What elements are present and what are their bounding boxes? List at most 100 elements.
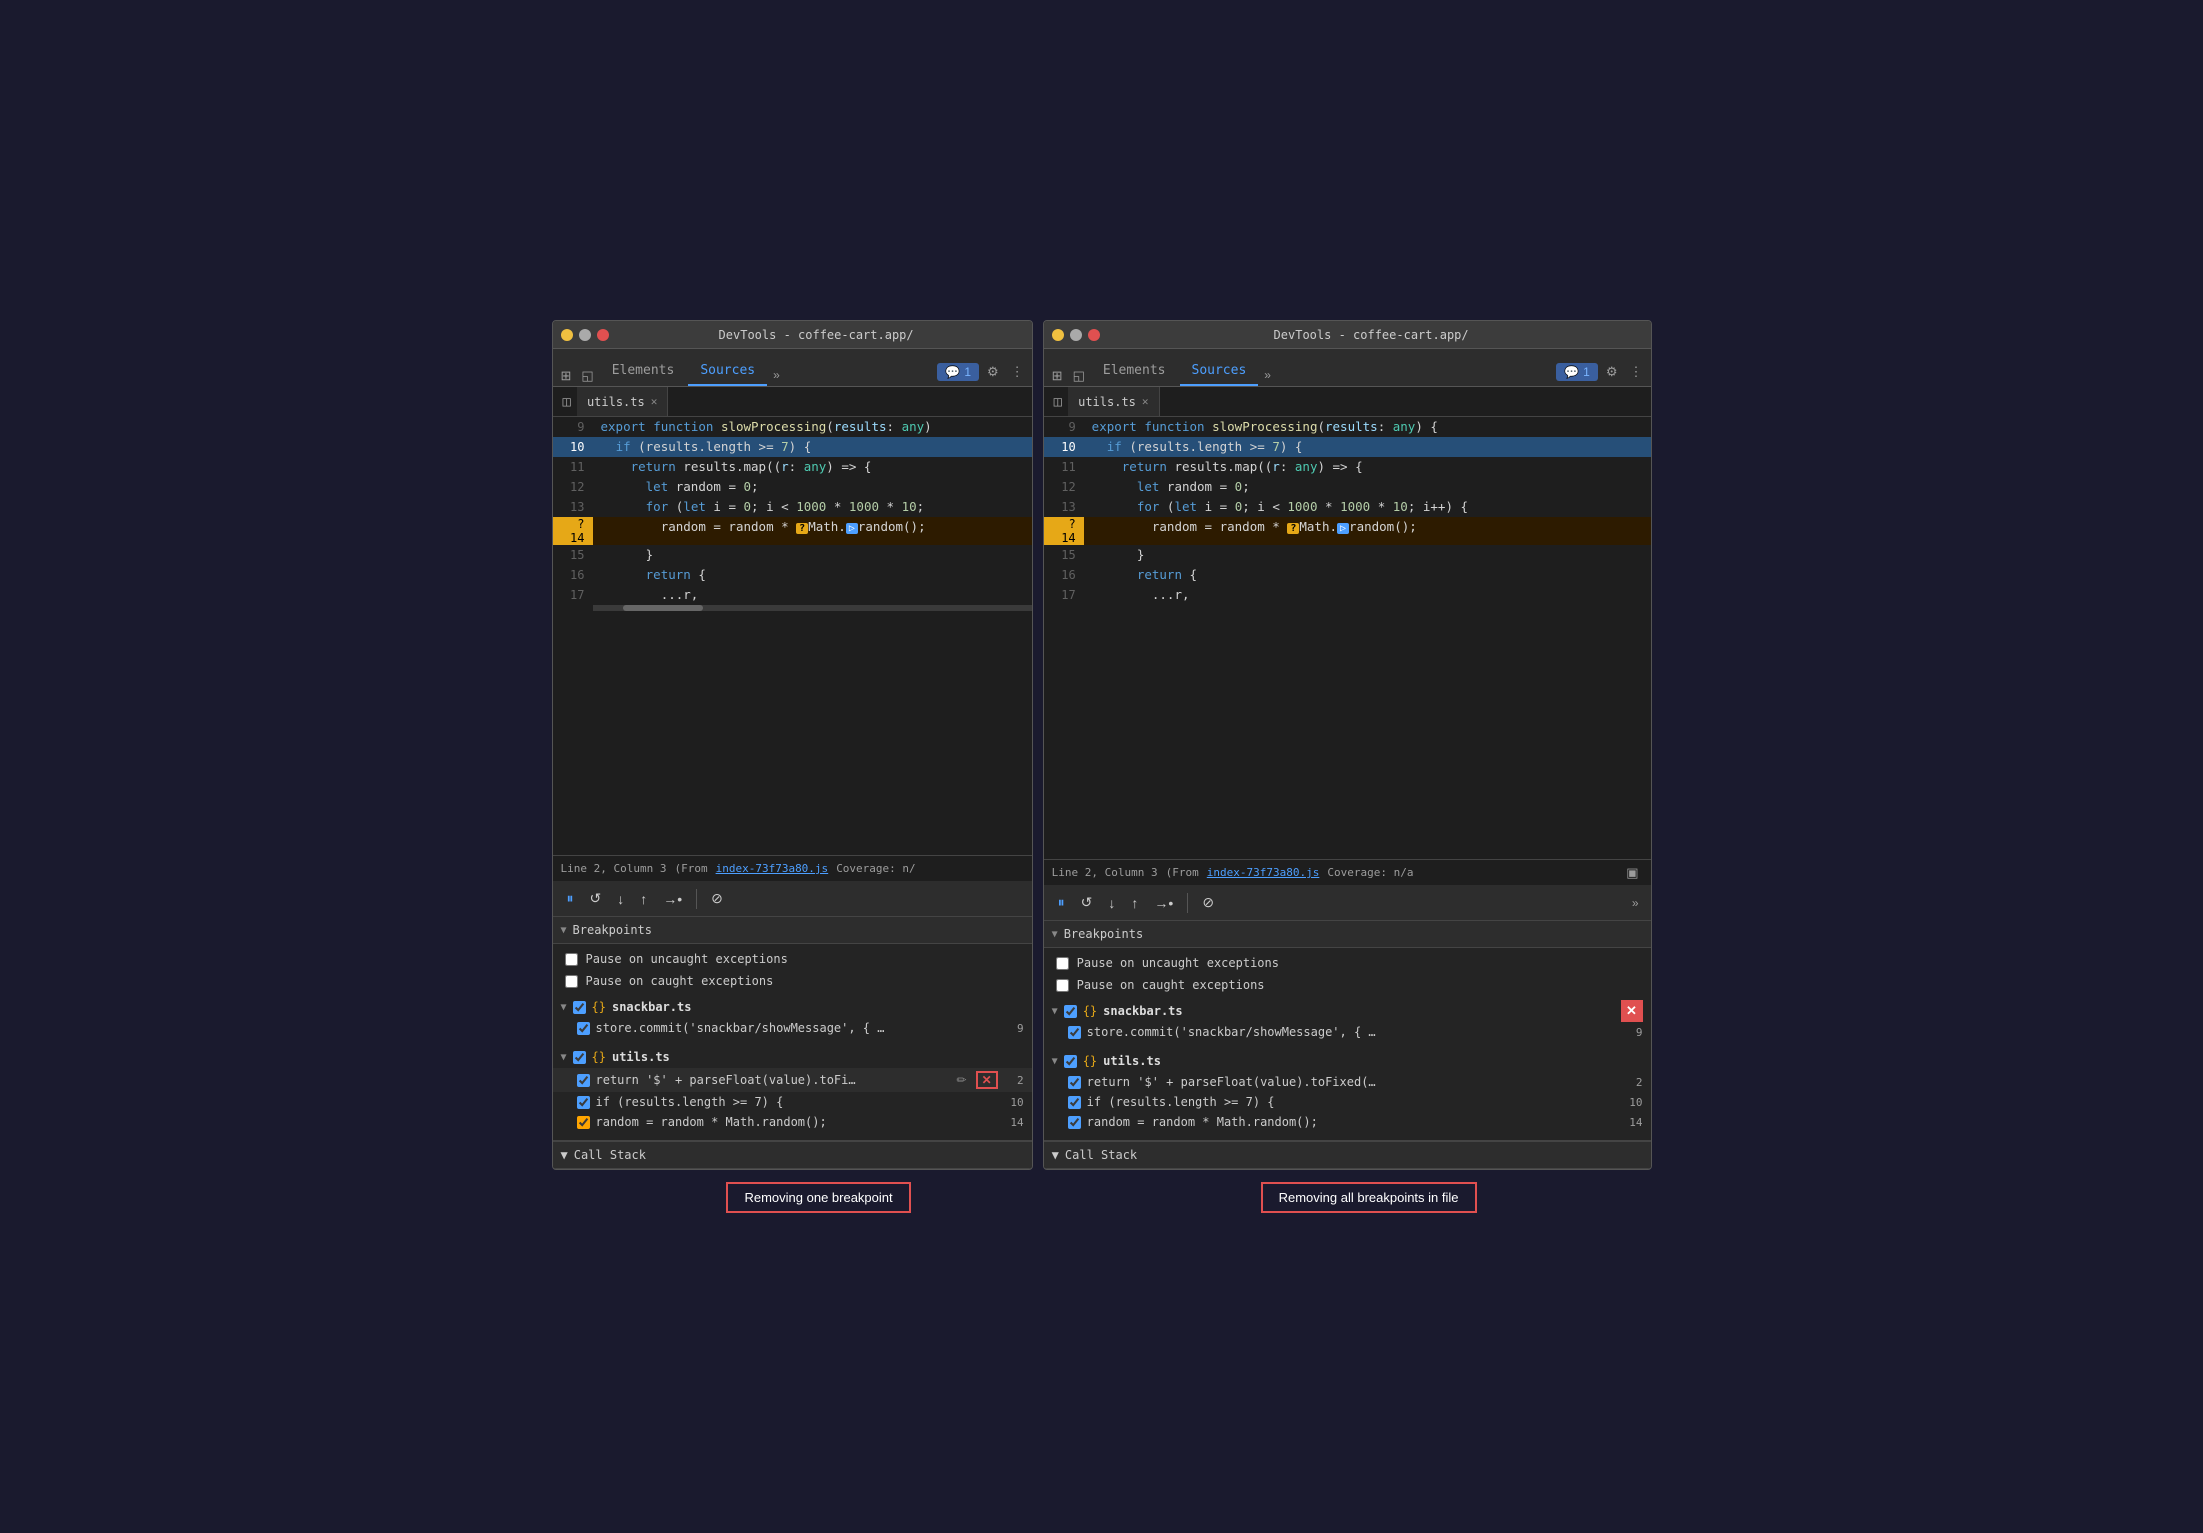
pause-caught-row-left[interactable]: Pause on caught exceptions [553,970,1032,992]
pause-caught-row-right[interactable]: Pause on caught exceptions [1044,974,1651,996]
bp-checkbox-utils-1-right[interactable] [1068,1076,1081,1089]
snackbar-filename-right: snackbar.ts [1103,1004,1182,1018]
bp-file-header-snackbar-left[interactable]: ▼ {} snackbar.ts [553,996,1032,1018]
tab-sources-left[interactable]: Sources [688,357,767,386]
pause-caught-label-left: Pause on caught exceptions [586,974,774,988]
right-code-area[interactable]: 9 export function slowProcessing(results… [1044,417,1651,859]
close-file-right[interactable]: ✕ [1142,395,1149,408]
tab-elements-left[interactable]: Elements [600,357,687,386]
right-inspect-icon[interactable]: ◱ [1069,366,1089,386]
right-file-tab[interactable]: utils.ts ✕ [1068,387,1159,416]
code-line-13-right: 13 for (let i = 0; i < 1000 * 1000 * 10;… [1044,497,1651,517]
pause-uncaught-row-left[interactable]: Pause on uncaught exceptions [553,948,1032,970]
step-into-btn-left[interactable]: ↓ [611,887,630,911]
console-badge-left[interactable]: 💬 1 [937,363,979,381]
right-from-file[interactable]: index-73f73a80.js [1207,866,1320,879]
step-out-btn-left[interactable]: ↑ [634,887,653,911]
snackbar-group-checkbox-left[interactable] [573,1001,586,1014]
left-from-file[interactable]: index-73f73a80.js [716,862,829,875]
left-coverage: Coverage: n/ [836,862,915,875]
left-breakpoints-label: Breakpoints [573,923,652,937]
right-breakpoints-header[interactable]: ▼ Breakpoints [1044,921,1651,948]
bp-group-snackbar-right: ▼ {} snackbar.ts ✕ store.commit('snackba… [1044,996,1651,1046]
pause-uncaught-checkbox-right[interactable] [1056,957,1069,970]
settings-icon-right[interactable]: ⚙ [1602,362,1622,382]
close-button[interactable] [597,329,609,341]
deactivate-btn-right[interactable]: ⊘ [1196,890,1220,915]
pause-uncaught-row-right[interactable]: Pause on uncaught exceptions [1044,952,1651,974]
deactivate-btn-left[interactable]: ⊘ [705,886,729,911]
sidebar-toggle-right[interactable]: ◫ [1048,390,1068,414]
pause-resume-btn-right[interactable]: ⏸ [1052,890,1071,915]
left-tab-bar: ⊞ ◱ Elements Sources » 💬 1 ⚙ ⋮ [553,349,1032,387]
right-device-mode-icon[interactable]: ⊞ [1048,366,1067,386]
left-code-scrollbar[interactable] [593,605,1032,611]
right-close-button[interactable] [1088,329,1100,341]
step-over-btn-left[interactable]: ↺ [584,886,608,911]
left-window-controls [561,329,609,341]
right-debug-toolbar: ⏸ ↺ ↓ ↑ →• ⊘ » [1044,885,1651,921]
code-line-17-left: 17 ...r, [553,585,1032,605]
left-callstack-label: Call Stack [574,1148,646,1162]
bp-checkbox-snackbar-1-left[interactable] [577,1022,590,1035]
step-out-btn-right[interactable]: ↑ [1125,891,1144,915]
left-title-bar: DevTools - coffee-cart.app/ [553,321,1032,349]
code-line-15-left: 15 } [553,545,1032,565]
right-breakpoints-label: Breakpoints [1064,927,1143,941]
more-tabs-right[interactable]: » [1260,364,1275,386]
pause-caught-checkbox-right[interactable] [1056,979,1069,992]
continue-btn-left[interactable]: →• [657,887,688,911]
remove-all-snackbar-btn[interactable]: ✕ [1621,1000,1643,1022]
code-line-16-right: 16 return { [1044,565,1651,585]
snackbar-group-checkbox-right[interactable] [1064,1005,1077,1018]
bp-checkbox-utils-3-left[interactable] [577,1116,590,1129]
console-badge-right[interactable]: 💬 1 [1556,363,1598,381]
tab-elements-right[interactable]: Elements [1091,357,1178,386]
bp-checkbox-utils-3-right[interactable] [1068,1116,1081,1129]
bp-file-header-utils-right[interactable]: ▼ {} utils.ts [1044,1050,1651,1072]
pause-resume-btn-left[interactable]: ⏸ [561,886,580,911]
code-line-13-left: 13 for (let i = 0; i < 1000 * 1000 * 10; [553,497,1032,517]
bp-file-header-utils-left[interactable]: ▼ {} utils.ts [553,1046,1032,1068]
utils-group-checkbox-left[interactable] [573,1051,586,1064]
close-file-left[interactable]: ✕ [651,395,658,408]
minimize-button[interactable] [561,329,573,341]
bp-checkbox-utils-2-left[interactable] [577,1096,590,1109]
more-options-left[interactable]: ⋮ [1007,362,1028,382]
tab-sources-right[interactable]: Sources [1180,357,1259,386]
bp-file-header-snackbar-right[interactable]: ▼ {} snackbar.ts ✕ [1044,1000,1651,1022]
bp-edit-utils-1-left[interactable]: ✏ [954,1072,970,1088]
right-toolbar-more[interactable]: » [1628,892,1643,914]
settings-icon-left[interactable]: ⚙ [983,362,1003,382]
debug-divider-left [696,889,697,909]
right-callstack-header[interactable]: ▼ Call Stack [1044,1141,1651,1169]
right-restore-button[interactable] [1070,329,1082,341]
code-line-11-right: 11 return results.map((r: any) => { [1044,457,1651,477]
pause-uncaught-checkbox-left[interactable] [565,953,578,966]
left-file-tab[interactable]: utils.ts ✕ [577,387,668,416]
bp-remove-utils-1-left[interactable]: ✕ [976,1071,998,1089]
pause-uncaught-label-left: Pause on uncaught exceptions [586,952,788,966]
code-line-12-left: 12 let random = 0; [553,477,1032,497]
breakpoints-chevron-left: ▼ [561,925,567,936]
inspect-icon[interactable]: ◱ [577,366,597,386]
step-into-btn-right[interactable]: ↓ [1102,891,1121,915]
bp-checkbox-utils-1-left[interactable] [577,1074,590,1087]
left-file-tab-bar: ◫ utils.ts ✕ [553,387,1032,417]
right-minimize-button[interactable] [1052,329,1064,341]
left-breakpoints-header[interactable]: ▼ Breakpoints [553,917,1032,944]
more-options-right[interactable]: ⋮ [1626,362,1647,382]
restore-button[interactable] [579,329,591,341]
step-over-btn-right[interactable]: ↺ [1075,890,1099,915]
pause-caught-checkbox-left[interactable] [565,975,578,988]
left-callstack-header[interactable]: ▼ Call Stack [553,1141,1032,1169]
left-code-area[interactable]: 9 export function slowProcessing(results… [553,417,1032,855]
device-mode-icon[interactable]: ⊞ [557,366,576,386]
right-panel-toggle[interactable]: ▣ [1622,863,1642,883]
sidebar-toggle-left[interactable]: ◫ [557,390,577,414]
more-tabs-left[interactable]: » [769,364,784,386]
bp-checkbox-utils-2-right[interactable] [1068,1096,1081,1109]
continue-btn-right[interactable]: →• [1148,891,1179,915]
bp-checkbox-snackbar-1-right[interactable] [1068,1026,1081,1039]
utils-group-checkbox-right[interactable] [1064,1055,1077,1068]
